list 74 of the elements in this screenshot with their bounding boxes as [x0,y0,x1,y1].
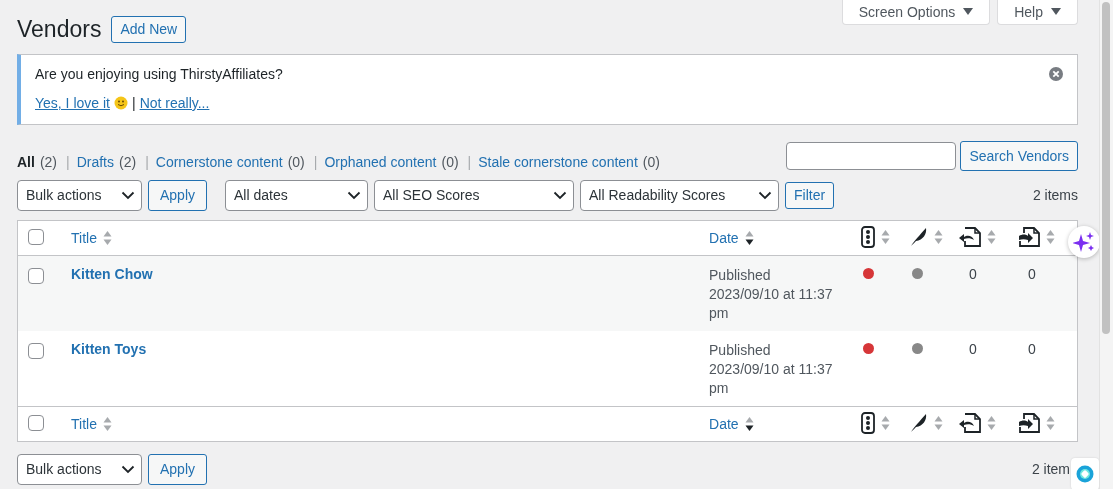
view-count: (2) [119,154,137,170]
feather-icon [910,412,928,433]
apply-button[interactable]: Apply [148,179,208,211]
page-title: Vendors [17,15,102,43]
notice-text: Are you enjoying using ThirstyAffiliates? [35,66,283,82]
select-all-checkbox[interactable] [28,228,44,245]
document-arrow-icon [1018,226,1040,247]
document-arrow-icon [959,226,981,247]
chevron-icon [121,464,135,474]
item-count: 2 item [1031,461,1070,477]
filter-select[interactable]: All SEO Scores [374,179,575,211]
item-count: 2 items [1032,187,1078,203]
bulk-actions-select[interactable]: Bulk actions [17,453,142,485]
links-count: 0 [969,341,977,357]
view-count: (0) [642,154,660,170]
chevron-icon [553,190,568,200]
view-filter-link[interactable]: Cornerstone content [155,154,283,170]
sparkle-button[interactable] [1068,226,1100,258]
linked-count: 0 [1028,341,1036,357]
caret-icon [1051,8,1061,16]
apply-button[interactable]: Apply [148,453,208,485]
view-filter-link[interactable]: Stale cornerstone content [478,154,638,170]
separator: | [467,154,472,170]
notice-link[interactable]: Not really... [139,95,210,111]
separator: | [145,154,149,170]
sort-icon[interactable] [744,230,754,246]
row-checkbox[interactable] [28,268,44,284]
view-filter-link[interactable]: All [17,154,35,170]
view-count: (0) [287,154,305,170]
column-header[interactable]: Title [71,230,97,246]
view-count: (0) [441,154,459,170]
date-text: Published 2023/09/10 at 11:37 pm [709,266,834,323]
view-count: (2) [39,154,57,170]
screen-meta-tab[interactable]: Help [997,0,1078,25]
scrollbar[interactable] [1099,0,1113,489]
filter-select[interactable]: All Readability Scores [580,179,780,211]
screen-meta-tab[interactable]: Screen Options [841,0,991,25]
add-new-button[interactable]: Add New [111,15,187,43]
column-header[interactable]: Date [709,416,739,432]
search-button[interactable]: Search Vendors [960,141,1078,171]
smiley-icon [114,96,128,110]
column-header[interactable]: Date [709,230,739,246]
date-text: Published 2023/09/10 at 11:37 pm [709,341,834,398]
close-icon[interactable] [1049,67,1063,81]
view-filter-link[interactable]: Drafts [76,154,114,170]
separator: | [313,154,318,170]
view-filter-link[interactable]: Orphaned content [324,154,437,170]
chevron-icon [121,190,135,200]
feather-icon [910,226,928,247]
separator: | [66,154,70,170]
caret-icon [963,8,974,16]
chat-widget-button[interactable] [1071,458,1099,489]
links-count: 0 [969,266,977,282]
filter-button[interactable]: Filter [785,181,835,209]
row-checkbox[interactable] [28,343,44,359]
sort-icon[interactable] [744,416,754,432]
document-arrow-icon [1018,412,1040,433]
document-arrow-icon [959,412,981,433]
chevron-icon [347,190,362,200]
filter-select[interactable]: All dates [225,179,369,211]
sparkle-icon [1073,231,1095,253]
traffic-light-icon [861,225,875,248]
select-all-checkbox[interactable] [28,414,44,431]
vendor-title-link[interactable]: Kitten Toys [71,341,147,357]
chevron-icon [758,190,773,200]
notice-link[interactable]: Yes, I love it [35,95,110,111]
column-header[interactable]: Title [71,416,97,432]
linked-count: 0 [1028,266,1036,282]
traffic-light-icon [861,411,875,434]
search-field[interactable] [786,142,957,170]
vendor-title-link[interactable]: Kitten Chow [71,266,153,282]
circle-logo-icon [1076,465,1094,483]
bulk-actions-select[interactable]: Bulk actions [17,179,142,211]
separator: | [132,95,136,111]
